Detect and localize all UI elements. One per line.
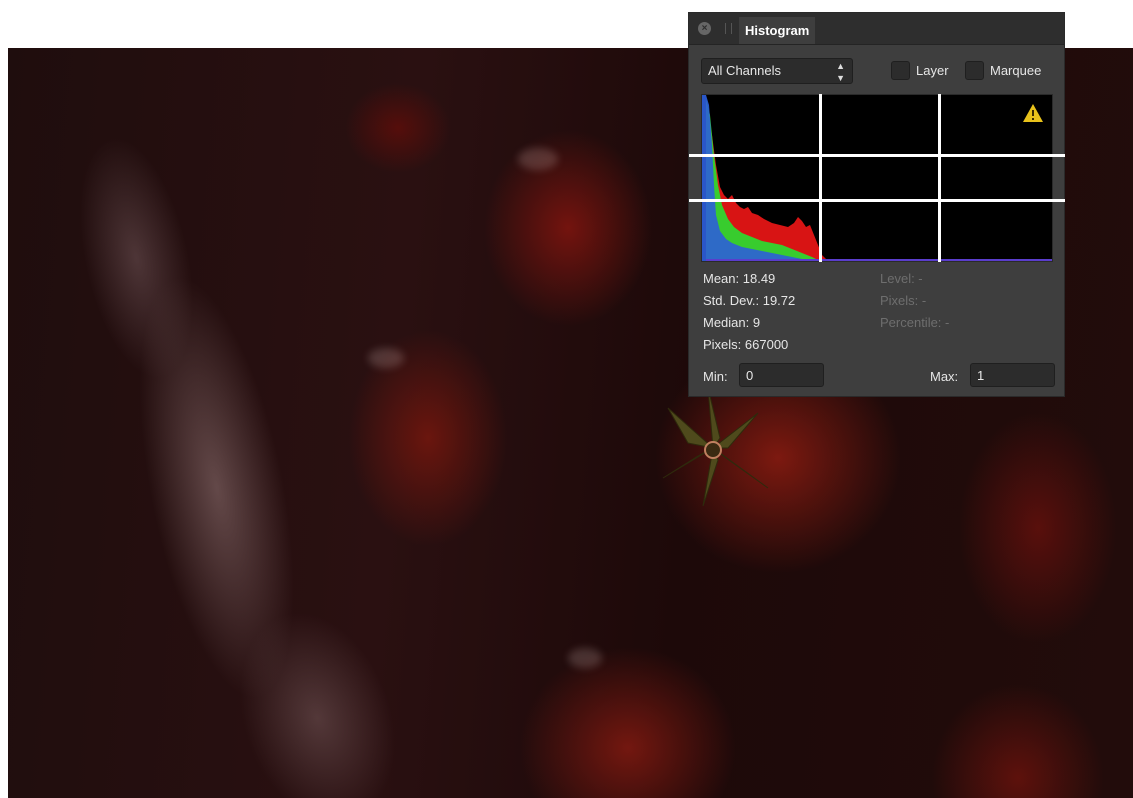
- histogram-graph[interactable]: [701, 94, 1053, 262]
- stat-mean: Mean: 18.49: [703, 271, 776, 286]
- tomato-highlight: [568, 648, 602, 668]
- panel-titlebar[interactable]: × Histogram: [689, 13, 1064, 45]
- channel-select-value: All Channels: [708, 63, 781, 78]
- stat-percentile: Percentile: -: [880, 315, 950, 330]
- channel-select[interactable]: All Channels ▲ ▼: [701, 58, 853, 84]
- tab-histogram[interactable]: Histogram: [739, 15, 816, 44]
- min-label: Min:: [703, 369, 728, 384]
- histogram-baseline: [702, 259, 1052, 261]
- histogram-panel: × Histogram All Channels ▲ ▼ Layer Marque…: [688, 12, 1065, 397]
- chevron-updown-icon: ▲ ▼: [836, 61, 845, 83]
- stat-median: Median: 9: [703, 315, 761, 330]
- tomato-highlight: [518, 148, 558, 170]
- grip-icon[interactable]: [725, 23, 732, 34]
- close-icon[interactable]: ×: [698, 22, 711, 35]
- grid-line-vertical: [819, 94, 822, 262]
- marquee-checkbox-label: Marquee: [990, 63, 1042, 78]
- stat-pixels: Pixels: 667000: [703, 337, 789, 352]
- tomato-highlight: [368, 348, 404, 368]
- warning-icon[interactable]: [1022, 103, 1044, 123]
- tomato-stem: [662, 388, 769, 507]
- layer-checkbox-label: Layer: [916, 63, 949, 78]
- stat-cursor-pixels: Pixels: -: [880, 293, 927, 308]
- max-label: Max:: [930, 369, 959, 384]
- stat-std-dev: Std. Dev.: 19.72: [703, 293, 796, 308]
- layer-checkbox-box[interactable]: [891, 61, 910, 80]
- marquee-checkbox-box[interactable]: [965, 61, 984, 80]
- min-input[interactable]: [739, 363, 824, 387]
- grid-line-horizontal: [689, 199, 1065, 202]
- newspaper-roll: [8, 58, 416, 798]
- max-input[interactable]: [970, 363, 1055, 387]
- grid-line-horizontal: [689, 154, 1065, 157]
- histogram-plot: [702, 95, 1052, 261]
- grid-line-vertical: [938, 94, 941, 262]
- stat-level: Level: -: [880, 271, 923, 286]
- histogram-left-edge: [702, 95, 706, 261]
